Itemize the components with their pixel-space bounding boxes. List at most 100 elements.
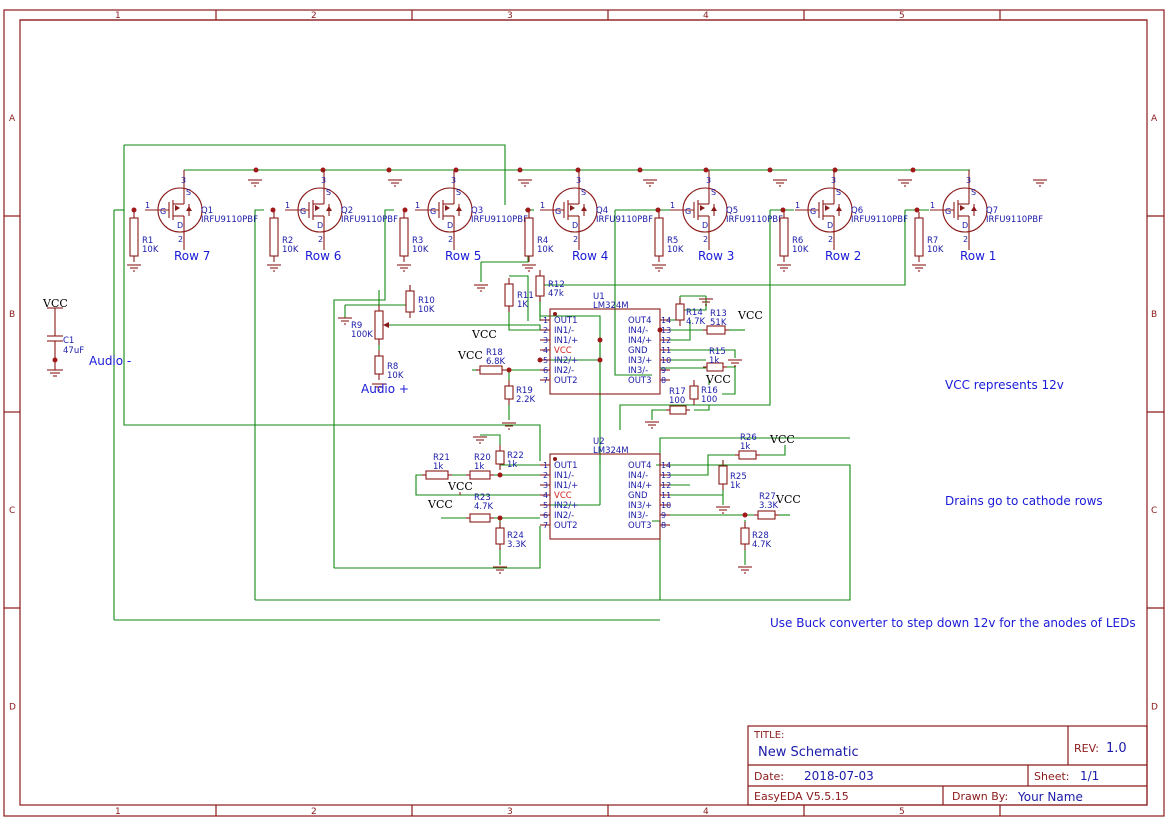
resistor-r26-value: 1k <box>740 442 750 452</box>
ic-pin-number: 11 <box>661 491 671 500</box>
audio-minus-label: Audio - <box>89 354 131 368</box>
mosfet-q2[interactable]: 1GDS32Q2IRFU9110PBFRow 6R210K <box>267 170 402 272</box>
mosfet-model: IRFU9110PBF <box>851 215 908 225</box>
source-pin-label: S <box>581 188 586 197</box>
vcc-label: VCC <box>427 498 453 511</box>
mosfet-q1[interactable]: 1GDS32Q1IRFU9110PBFRow 7R110K <box>127 170 262 272</box>
pin-1-label: 1 <box>415 201 420 210</box>
ic-pin-number: 13 <box>661 326 671 335</box>
pin-1-label: 1 <box>670 201 675 210</box>
resistor-r20[interactable]: R201k <box>466 453 494 480</box>
resistor-r14-value: 4.7K <box>686 317 706 327</box>
resistor-r28[interactable]: R284.7K <box>740 522 772 550</box>
mosfet-q5[interactable]: 1GDS32Q5IRFU9110PBFRow 3R510K <box>652 170 787 272</box>
mosfet-q6[interactable]: 1GDS32Q6IRFU9110PBFRow 2R610K <box>777 170 912 272</box>
row-label: Row 5 <box>445 249 481 263</box>
potentiometer-r9[interactable]: R9100K <box>351 305 384 345</box>
resistor-r12[interactable]: R1247k <box>535 270 565 302</box>
rev-label: REV: <box>1074 742 1099 755</box>
pin-2-label: 2 <box>178 235 183 244</box>
resistor-r14[interactable]: R144.7K <box>675 298 706 327</box>
resistor-r18-value: 6.8K <box>486 357 506 367</box>
pin-3-label: 3 <box>321 176 326 185</box>
zone-col-top: 3 <box>507 11 513 21</box>
ic-pin-name: OUT2 <box>554 521 578 531</box>
gate-resistor-value: 10K <box>927 245 944 255</box>
source-pin-label: S <box>971 188 976 197</box>
pin-2-label: 2 <box>318 235 323 244</box>
drain-pin-label: D <box>962 221 968 230</box>
ic-u2[interactable]: U2LM324M1 OUT12 IN1/-3 IN1/+4 VCC5 IN2/+6 IN2/… <box>540 437 671 540</box>
gate-resistor[interactable]: R710K <box>914 212 944 262</box>
source-pin-label: S <box>836 188 841 197</box>
resistor-r11[interactable]: R111K <box>504 278 534 312</box>
drain-pin-label: D <box>827 221 833 230</box>
drain-pin-label: D <box>447 221 453 230</box>
gate-resistor[interactable]: R210K <box>269 212 299 262</box>
resistor-r17[interactable]: R17100 <box>666 387 690 415</box>
ic-pin-name: IN1/- <box>554 326 574 336</box>
ic-pin-number: 2 <box>543 326 548 335</box>
resistor-r10[interactable]: R1010K <box>405 285 435 318</box>
resistor-r15[interactable]: R151k <box>703 347 727 372</box>
gate-resistor-value: 10K <box>142 245 159 255</box>
zone-row-right: A <box>1151 114 1158 124</box>
gate-resistor[interactable]: R310K <box>399 212 429 262</box>
zone-col-top: 1 <box>115 11 121 21</box>
vcc-label: VCC <box>471 328 497 341</box>
vcc-label: VCC <box>705 373 731 386</box>
vcc-label: VCC <box>42 297 68 310</box>
source-pin-label: S <box>711 188 716 197</box>
ic-pin-name: OUT1 <box>554 461 578 471</box>
sheet-label: Sheet: <box>1034 770 1070 783</box>
title-value: New Schematic <box>758 745 859 760</box>
pin-2-label: 2 <box>963 235 968 244</box>
row-label: Row 6 <box>305 249 341 263</box>
gate-resistor[interactable]: R610K <box>779 212 809 262</box>
resistor-r13[interactable]: R1351K <box>703 309 729 335</box>
resistor-r13-value: 51K <box>710 318 727 328</box>
mosfet-q3[interactable]: 1GDS32Q3IRFU9110PBFRow 5R310K <box>397 170 532 272</box>
drain-pin-label: D <box>177 221 183 230</box>
ic-pin-number: 9 <box>661 511 666 520</box>
resistor-r15-value: 1k <box>709 356 719 366</box>
mosfet-q7[interactable]: 1GDS32Q7IRFU9110PBFRow 1R710K <box>912 170 1047 272</box>
gate-resistor[interactable]: R510K <box>654 212 684 262</box>
zone-col-top: 4 <box>703 11 709 21</box>
ic-pin-name: IN2/- <box>554 366 574 376</box>
gate-resistor[interactable]: R110K <box>129 212 159 262</box>
zone-col-bottom: 2 <box>311 807 317 817</box>
ic-pin-name: IN4/- <box>628 326 648 336</box>
resistor-r19[interactable]: R192.2K <box>504 380 536 405</box>
ic-pin-number: 10 <box>661 356 671 365</box>
resistor-r8[interactable]: R810K <box>374 350 404 381</box>
pin-2-label: 2 <box>448 235 453 244</box>
resistor-r23[interactable]: R234.7K <box>466 493 494 523</box>
resistor-r25-value: 1k <box>730 481 740 491</box>
resistor-r11-value: 1K <box>517 300 528 310</box>
tool-version: EasyEDA V5.5.15 <box>754 790 849 803</box>
row-label: Row 3 <box>698 249 734 263</box>
mosfet-model: IRFU9110PBF <box>596 215 653 225</box>
gate-resistor[interactable]: R410K <box>524 212 554 262</box>
vcc-label: VCC <box>447 480 473 493</box>
ic-pin-name: IN3/+ <box>628 356 652 366</box>
resistor-r21[interactable]: R211k <box>422 453 452 480</box>
date-label: Date: <box>754 770 784 783</box>
row-label: Row 1 <box>960 249 996 263</box>
vcc-label: VCC <box>775 493 801 506</box>
ic-u1[interactable]: U1LM324M1 OUT12 IN1/-3 IN1/+4 VCC5 IN2/+6 IN2/… <box>540 292 671 395</box>
ic-pin-name: IN1/+ <box>554 481 578 491</box>
resistor-r22[interactable]: R221k <box>495 445 524 470</box>
zone-row-left: D <box>9 703 16 713</box>
gate-resistor-value: 10K <box>792 245 809 255</box>
ic-pin-name: IN3/- <box>628 366 648 376</box>
capacitor-c1[interactable]: VCC C1 47uF Audio - <box>42 297 131 377</box>
ic-pin-number: 5 <box>543 356 548 365</box>
resistor-r26[interactable]: R261k <box>735 433 760 460</box>
mosfet-q4[interactable]: 1GDS32Q4IRFU9110PBFRow 4R410K <box>522 170 657 272</box>
pin-3-label: 3 <box>576 176 581 185</box>
resistor-r24[interactable]: R243.3K <box>495 522 527 550</box>
ic-pin-number: 4 <box>543 346 548 355</box>
gate-pin-label: G <box>685 207 691 216</box>
